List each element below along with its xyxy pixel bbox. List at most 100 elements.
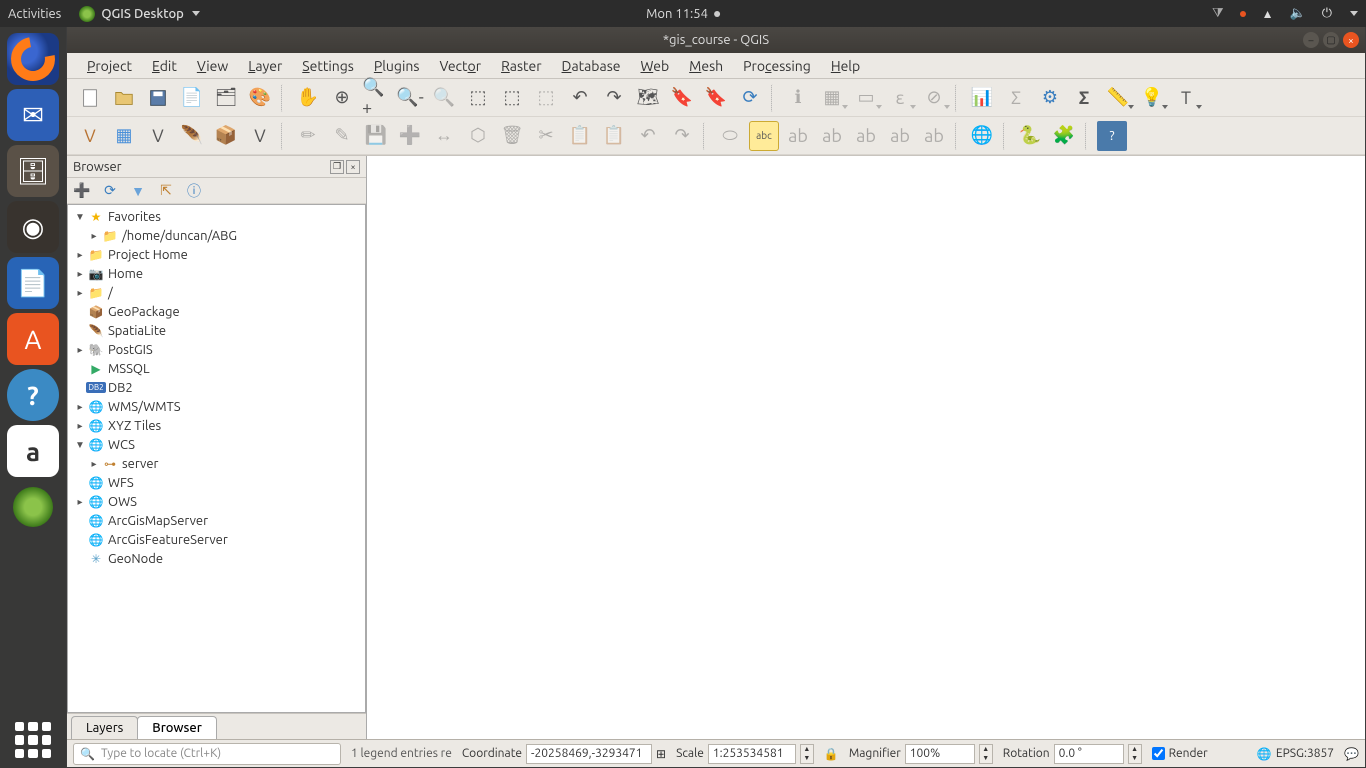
- expand-icon[interactable]: ▸: [74, 401, 86, 413]
- tree-item[interactable]: 🌐WFS: [68, 473, 365, 492]
- tree-item[interactable]: 🪶SpatiaLite: [68, 321, 365, 340]
- add-raster-layer-button[interactable]: ▦: [109, 121, 139, 151]
- expand-icon[interactable]: ▸: [74, 344, 86, 356]
- expand-icon[interactable]: [74, 477, 86, 488]
- menu-mesh[interactable]: Mesh: [679, 53, 733, 78]
- expand-icon[interactable]: ▼: [74, 439, 86, 451]
- messages-icon[interactable]: 💬: [1344, 747, 1359, 761]
- label-button[interactable]: abc: [749, 121, 779, 151]
- refresh-browser-button[interactable]: ⟳: [101, 182, 119, 200]
- dropbox-icon[interactable]: ⧩: [1212, 6, 1224, 21]
- maximize-button[interactable]: ▢: [1323, 32, 1339, 48]
- tree-item[interactable]: ▸📷Home: [68, 264, 365, 283]
- open-project-button[interactable]: [109, 83, 139, 113]
- crs-icon[interactable]: 🌐: [1257, 747, 1272, 761]
- menu-web[interactable]: Web: [631, 53, 680, 78]
- new-spatialite-button[interactable]: 🪶: [177, 121, 207, 151]
- files-icon[interactable]: 🗄: [7, 145, 59, 197]
- tree-item[interactable]: ✳GeoNode: [68, 549, 365, 568]
- tree-item[interactable]: 🌐ArcGisMapServer: [68, 511, 365, 530]
- new-shapefile-button[interactable]: V: [143, 121, 173, 151]
- expand-icon[interactable]: ▸: [74, 496, 86, 508]
- app-menu[interactable]: QGIS Desktop: [79, 6, 200, 22]
- expand-icon[interactable]: [74, 306, 86, 317]
- measure-button[interactable]: 📏: [1103, 83, 1133, 113]
- tree-item[interactable]: ▸🐘PostGIS: [68, 340, 365, 359]
- render-checkbox[interactable]: [1152, 747, 1165, 760]
- crs-label[interactable]: EPSG:3857: [1276, 747, 1334, 760]
- rotation-input[interactable]: [1054, 744, 1124, 764]
- menu-settings[interactable]: Settings: [292, 53, 364, 78]
- tree-item[interactable]: ▸⊶server: [68, 454, 365, 473]
- expand-icon[interactable]: [74, 515, 86, 526]
- help-button[interactable]: ?: [1097, 121, 1127, 151]
- expand-icon[interactable]: [74, 325, 86, 336]
- expand-icon[interactable]: ▸: [88, 458, 100, 470]
- expand-icon[interactable]: [74, 534, 86, 545]
- expand-icon[interactable]: ▸: [74, 268, 86, 280]
- menu-edit[interactable]: Edit: [142, 53, 187, 78]
- tree-item[interactable]: ▸📁/home/duncan/ABG: [68, 226, 365, 245]
- menu-vector[interactable]: Vector: [429, 53, 491, 78]
- expand-icon[interactable]: [74, 382, 86, 393]
- zoom-in-button[interactable]: 🔍+: [361, 83, 391, 113]
- amazon-icon[interactable]: a: [7, 425, 59, 477]
- plugin-button[interactable]: 🧩: [1049, 121, 1079, 151]
- menu-processing[interactable]: Processing: [733, 53, 821, 78]
- zoom-full-button[interactable]: ⬚: [463, 83, 493, 113]
- coordinate-input[interactable]: [526, 744, 652, 764]
- show-applications-icon[interactable]: [15, 722, 51, 758]
- show-bookmarks-button[interactable]: 🔖: [701, 83, 731, 113]
- scale-input[interactable]: [708, 744, 796, 764]
- pan-to-selection-button[interactable]: ⊕: [327, 83, 357, 113]
- annotation-button[interactable]: T: [1171, 83, 1201, 113]
- tree-item[interactable]: ▶MSSQL: [68, 359, 365, 378]
- sigma-button[interactable]: Σ: [1069, 83, 1099, 113]
- menu-view[interactable]: View: [187, 53, 238, 78]
- tree-item[interactable]: ▼🌐WCS: [68, 435, 365, 454]
- tree-item[interactable]: ▼★Favorites: [68, 207, 365, 226]
- expand-icon[interactable]: ▸: [74, 287, 86, 299]
- expand-icon[interactable]: ▸: [74, 420, 86, 432]
- activities-button[interactable]: Activities: [8, 7, 61, 21]
- new-virtual-layer-button[interactable]: V: [245, 121, 275, 151]
- minimize-button[interactable]: –: [1303, 32, 1319, 48]
- new-map-view-button[interactable]: 🗺: [633, 83, 663, 113]
- ubuntu-software-icon[interactable]: A: [7, 313, 59, 365]
- tree-item[interactable]: 🌐ArcGisFeatureServer: [68, 530, 365, 549]
- menu-raster[interactable]: Raster: [491, 53, 551, 78]
- menu-project[interactable]: Project: [77, 53, 142, 78]
- menu-help[interactable]: Help: [821, 53, 870, 78]
- zoom-out-button[interactable]: 🔍-: [395, 83, 425, 113]
- map-canvas[interactable]: [367, 156, 1365, 739]
- expand-icon[interactable]: [74, 363, 86, 374]
- extents-toggle-icon[interactable]: ⊞: [656, 747, 666, 761]
- expand-icon[interactable]: ▸: [74, 249, 86, 261]
- magnifier-input[interactable]: [905, 744, 975, 764]
- rhythmbox-icon[interactable]: ◉: [7, 201, 59, 253]
- tree-item[interactable]: ▸🌐XYZ Tiles: [68, 416, 365, 435]
- power-icon[interactable]: ⏻: [1322, 6, 1332, 21]
- tab-layers[interactable]: Layers: [71, 716, 138, 739]
- clock[interactable]: Mon 11:54: [646, 7, 708, 21]
- new-project-button[interactable]: [75, 83, 105, 113]
- tab-browser[interactable]: Browser: [137, 716, 217, 739]
- zoom-last-button[interactable]: ↶: [565, 83, 595, 113]
- menu-layer[interactable]: Layer: [238, 53, 292, 78]
- zoom-next-button[interactable]: ↷: [599, 83, 629, 113]
- browser-tree[interactable]: ▼★Favorites▸📁/home/duncan/ABG▸📁Project H…: [67, 204, 366, 713]
- zoom-selection-button[interactable]: ⬚: [497, 83, 527, 113]
- panel-close-button[interactable]: ×: [346, 160, 360, 174]
- toolbox-button[interactable]: ⚙: [1035, 83, 1065, 113]
- locator-input[interactable]: 🔍 Type to locate (Ctrl+K): [73, 743, 341, 765]
- expand-icon[interactable]: [74, 553, 86, 564]
- libreoffice-writer-icon[interactable]: 📄: [7, 257, 59, 309]
- style-manager-button[interactable]: 🎨: [245, 83, 275, 113]
- volume-icon[interactable]: 🔈: [1290, 6, 1306, 21]
- tree-item[interactable]: ▸🌐WMS/WMTS: [68, 397, 365, 416]
- python-console-button[interactable]: 🐍: [1015, 121, 1045, 151]
- properties-button[interactable]: ⓘ: [185, 182, 203, 200]
- map-tips-button[interactable]: 💡: [1137, 83, 1167, 113]
- firefox-icon[interactable]: [7, 33, 59, 85]
- add-layer-button[interactable]: ➕: [73, 182, 91, 200]
